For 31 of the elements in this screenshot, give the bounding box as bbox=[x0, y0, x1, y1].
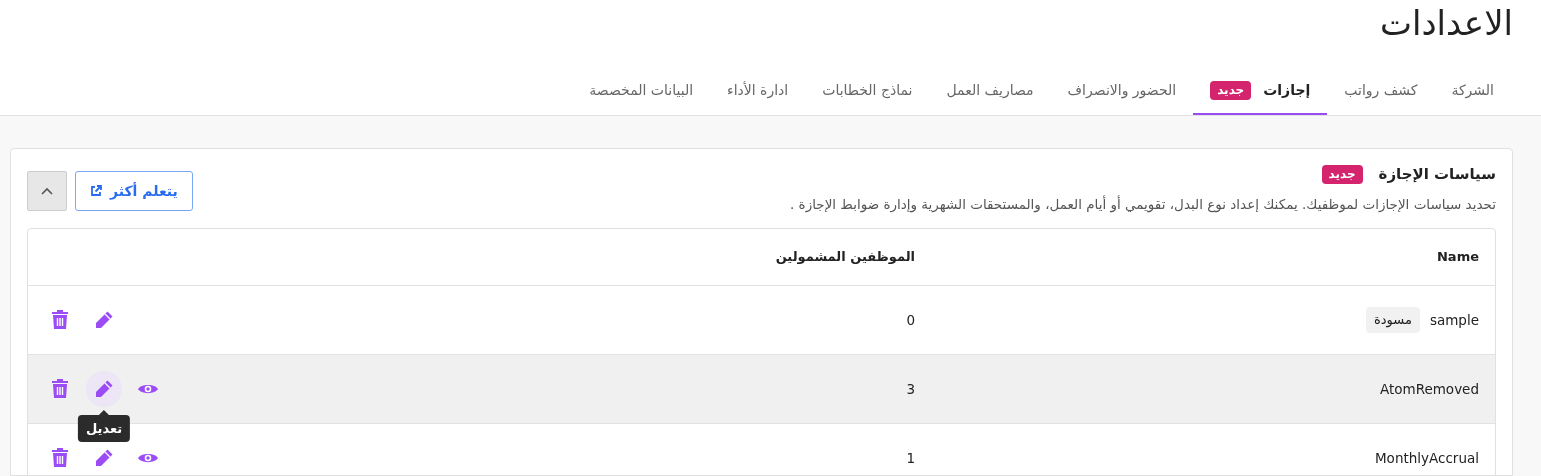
table-cell: 3 bbox=[906, 380, 915, 397]
new-badge: جديد bbox=[1210, 80, 1252, 101]
trash-icon bbox=[52, 310, 68, 330]
column-header: الموظفين المشمولين bbox=[775, 249, 915, 264]
learn-more-button[interactable]: يتعلم أكثر bbox=[75, 171, 193, 211]
settings-tab[interactable]: ادارة الأداء bbox=[710, 70, 806, 115]
settings-tab[interactable]: الحضور والانصراف bbox=[1050, 70, 1194, 115]
column-header: Name bbox=[1437, 248, 1479, 266]
trash-icon bbox=[52, 448, 68, 468]
settings-tab[interactable]: إجازات جديد bbox=[1193, 70, 1328, 115]
table-cell: 1 bbox=[906, 449, 915, 466]
trash-icon bbox=[52, 379, 68, 399]
table-cell-text: MonthlyAccrual bbox=[1374, 448, 1479, 468]
pencil-icon bbox=[94, 447, 114, 468]
status-badge: مسودة bbox=[1366, 307, 1420, 333]
table-cell: 0 bbox=[906, 311, 915, 328]
chevron-up-icon bbox=[41, 187, 53, 195]
external-link-icon bbox=[90, 185, 102, 197]
new-badge: جديد bbox=[1321, 164, 1363, 184]
pencil-icon bbox=[94, 378, 114, 399]
page-title: الاعدادات bbox=[1379, 2, 1513, 45]
pencil-icon bbox=[94, 309, 114, 330]
table-cell-text: AtomRemoved bbox=[1379, 379, 1479, 399]
table-cell-text: sample bbox=[1429, 310, 1479, 330]
settings-tab[interactable]: كشف رواتب bbox=[1327, 70, 1435, 115]
settings-tab[interactable]: الشركة bbox=[1434, 70, 1511, 115]
settings-tab[interactable]: نماذج الخطابات bbox=[805, 70, 930, 115]
settings-tab[interactable]: مصاريف العمل bbox=[929, 70, 1051, 115]
settings-tab[interactable]: البيانات المخصصة bbox=[572, 70, 711, 115]
section-description: تحديد سياسات الإجازات لموظفيك. يمكنك إعداد نوع البدل، تقويمي أو أيام العمل، والمستحقات الشهرية وإدارة ضوابط الإجازة . bbox=[790, 194, 1496, 214]
section-title: سياسات الإجازة bbox=[1378, 164, 1496, 185]
